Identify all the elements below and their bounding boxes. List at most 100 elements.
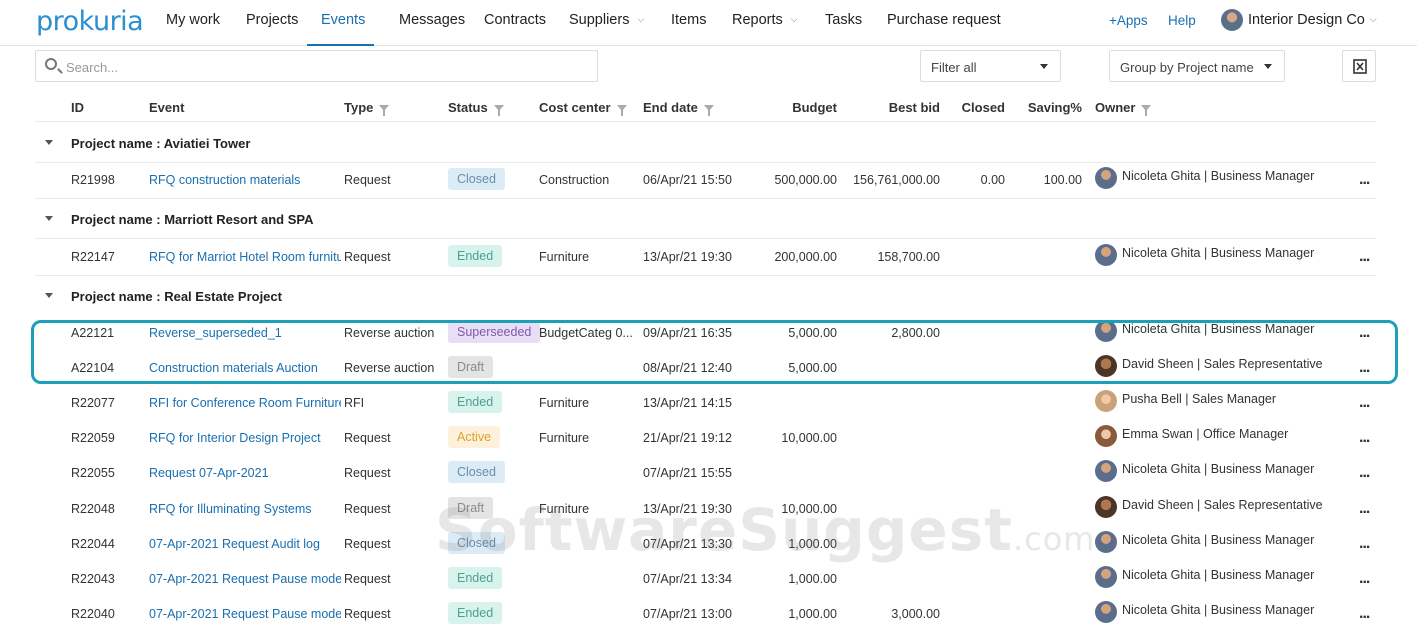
col-header-cost-center[interactable]: Cost center <box>539 100 627 116</box>
event-link[interactable]: Request 07-Apr-2021 <box>149 466 341 480</box>
prokuria-logo[interactable]: prokuria <box>36 6 144 37</box>
status-badge: Ended <box>448 245 503 267</box>
nav-messages[interactable]: Messages <box>399 12 465 28</box>
apps-link[interactable]: +Apps <box>1109 13 1148 28</box>
caret-down-icon[interactable] <box>45 293 53 298</box>
help-link[interactable]: Help <box>1168 13 1196 28</box>
table-row[interactable]: R22040 07-Apr-2021 Request Pause mode Requ… <box>0 597 1417 629</box>
status-badge: Ended <box>448 391 503 413</box>
more-actions-icon[interactable]: ... <box>1359 570 1370 588</box>
more-actions-icon[interactable]: ... <box>1359 535 1370 553</box>
nav-items[interactable]: Items <box>671 12 706 28</box>
event-link[interactable]: 07-Apr-2021 Request Pause mode <box>149 607 341 621</box>
caret-down-icon[interactable] <box>45 140 53 145</box>
status-badge: Ended <box>448 602 503 624</box>
company-menu[interactable]: Interior Design Co ⌵ <box>1248 12 1377 28</box>
owner-avatar <box>1095 167 1117 189</box>
col-header-type[interactable]: Type <box>344 100 390 116</box>
group-header[interactable]: Project name : Marriott Resort and SPA <box>35 199 1376 239</box>
chevron-down-icon: ⌵ <box>637 14 645 24</box>
cell-id: R22077 <box>71 396 115 410</box>
filter-icon[interactable] <box>703 105 714 116</box>
nav-reports[interactable]: Reports ⌵ <box>732 12 798 28</box>
group-title: Project name : Marriott Resort and SPA <box>71 212 314 227</box>
table-row[interactable]: R22043 07-Apr-2021 Request Pause mode Requ… <box>0 562 1417 597</box>
nav-events[interactable]: Events <box>321 12 365 28</box>
nav-suppliers[interactable]: Suppliers ⌵ <box>569 12 644 28</box>
nav-my-work[interactable]: My work <box>166 12 220 28</box>
group-header[interactable]: Project name : Aviatiei Tower <box>35 123 1376 163</box>
event-link[interactable]: RFQ construction materials <box>149 173 341 187</box>
group-by-select-value: Group by Project name <box>1120 60 1254 75</box>
table-row[interactable]: R22147 RFQ for Marriot Hotel Room furnitu… <box>0 240 1417 275</box>
company-name: Interior Design Co <box>1248 12 1365 28</box>
owner-avatar <box>1095 460 1117 482</box>
cell-type: Request <box>344 173 391 187</box>
caret-down-icon[interactable] <box>45 216 53 221</box>
filter-icon[interactable] <box>493 105 504 116</box>
group-by-select[interactable]: Group by Project name <box>1109 50 1285 82</box>
nav-purchase-request[interactable]: Purchase request <box>887 12 1001 28</box>
top-navigation: prokuria My work Projects Events Message… <box>0 0 1417 46</box>
event-link[interactable]: RFI for Conference Room Furniture <box>149 396 341 410</box>
cell-type: Request <box>344 502 391 516</box>
col-header-end-date[interactable]: End date <box>643 100 714 116</box>
col-header-type-label: Type <box>344 100 374 115</box>
nav-contracts[interactable]: Contracts <box>484 12 546 28</box>
cell-best-bid: 3,000.00 <box>891 607 940 621</box>
filter-select[interactable]: Filter all <box>920 50 1061 82</box>
filter-icon[interactable] <box>616 105 627 116</box>
cell-id: R22040 <box>71 607 115 621</box>
col-header-status[interactable]: Status <box>448 100 504 116</box>
cell-best-bid: 156,761,000.00 <box>853 173 940 187</box>
cell-end-date: 13/Apr/21 19:30 <box>643 250 732 264</box>
cell-cost-center: Furniture <box>539 250 590 264</box>
table-row[interactable]: R22077 RFI for Conference Room Furniture R… <box>0 386 1417 421</box>
status-badge: Closed <box>448 461 505 483</box>
owner-name: Nicoleta Ghita | Business Manager <box>1122 568 1315 582</box>
more-actions-icon[interactable]: ... <box>1359 500 1370 518</box>
col-header-budget[interactable]: Budget <box>760 100 837 115</box>
search-input[interactable] <box>66 57 586 77</box>
event-link[interactable]: RFQ for Interior Design Project <box>149 431 341 445</box>
filter-icon[interactable] <box>379 105 390 116</box>
more-actions-icon[interactable]: ... <box>1359 605 1370 623</box>
cell-best-bid: 158,700.00 <box>877 250 940 264</box>
col-header-event[interactable]: Event <box>149 100 184 115</box>
col-header-owner[interactable]: Owner <box>1095 100 1152 116</box>
cell-end-date: 06/Apr/21 15:50 <box>643 173 732 187</box>
col-header-saving[interactable]: Saving% <box>1015 100 1082 115</box>
more-actions-icon[interactable]: ... <box>1359 464 1370 482</box>
more-actions-icon[interactable]: ... <box>1359 248 1370 266</box>
event-link[interactable]: 07-Apr-2021 Request Pause mode <box>149 572 341 586</box>
cell-id: R22059 <box>71 431 115 445</box>
owner-name: Nicoleta Ghita | Business Manager <box>1122 603 1315 617</box>
nav-reports-label: Reports <box>732 12 783 28</box>
export-excel-icon <box>1353 59 1367 74</box>
col-header-closed[interactable]: Closed <box>950 100 1005 115</box>
owner-name: Emma Swan | Office Manager <box>1122 427 1289 441</box>
user-avatar[interactable] <box>1221 9 1243 31</box>
more-actions-icon[interactable]: ... <box>1359 394 1370 412</box>
table-row[interactable]: R22055 Request 07-Apr-2021 Request Closed 07… <box>0 456 1417 491</box>
event-link[interactable]: 07-Apr-2021 Request Audit log <box>149 537 341 551</box>
caret-down-icon <box>1264 64 1272 69</box>
group-header[interactable]: Project name : Real Estate Project <box>35 276 1376 316</box>
nav-tasks[interactable]: Tasks <box>825 12 862 28</box>
nav-projects[interactable]: Projects <box>246 12 298 28</box>
more-actions-icon[interactable]: ... <box>1359 429 1370 447</box>
filter-select-value: Filter all <box>931 60 977 75</box>
cell-budget: 1,000.00 <box>788 607 837 621</box>
filter-icon[interactable] <box>1141 105 1152 116</box>
col-header-best-bid[interactable]: Best bid <box>850 100 940 115</box>
event-link[interactable]: RFQ for Marriot Hotel Room furniture <box>149 250 341 264</box>
cell-type: Request <box>344 466 391 480</box>
more-actions-icon[interactable]: ... <box>1359 171 1370 189</box>
table-row[interactable]: R22059 RFQ for Interior Design Project Req… <box>0 421 1417 456</box>
owner-name: Nicoleta Ghita | Business Manager <box>1122 246 1315 260</box>
table-row[interactable]: R21998 RFQ construction materials Request C… <box>0 163 1417 198</box>
owner-avatar <box>1095 496 1117 518</box>
col-header-id[interactable]: ID <box>71 100 84 115</box>
export-button[interactable] <box>1342 50 1376 82</box>
event-link[interactable]: RFQ for Illuminating Systems <box>149 502 341 516</box>
